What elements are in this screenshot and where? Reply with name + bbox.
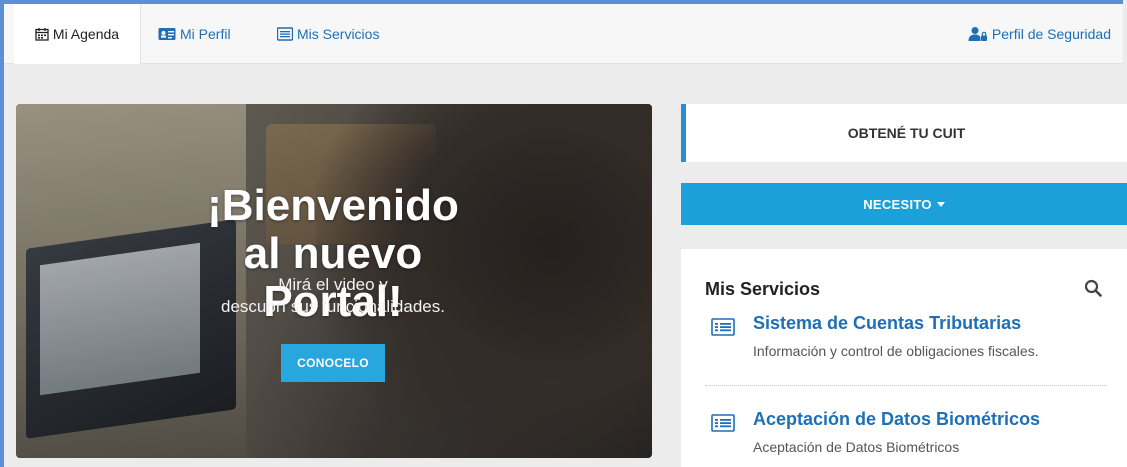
top-nav: Mi Agenda Mi Perfil Mis Servicios Perfil… <box>4 4 1123 64</box>
perfil-de-seguridad-link[interactable]: Perfil de Seguridad <box>968 4 1111 64</box>
necesito-label: NECESITO <box>863 196 932 212</box>
service-title-link[interactable]: Aceptación de Datos Biométricos <box>753 409 1040 430</box>
hero-subtitle-line: descubrí sus funcionalidades. <box>221 297 445 316</box>
caret-down-icon <box>936 201 945 207</box>
cuit-label: OBTENÉ TU CUIT <box>847 125 966 141</box>
id-card-icon <box>158 27 176 41</box>
service-description: Información y control de obligaciones fi… <box>753 343 1039 359</box>
search-icon[interactable] <box>1084 279 1102 302</box>
panel-title: Mis Servicios <box>705 279 821 299</box>
tab-mi-agenda[interactable]: Mi Agenda <box>14 4 141 64</box>
tab-mis-servicios[interactable]: Mis Servicios <box>277 4 379 64</box>
user-lock-icon <box>968 26 988 42</box>
tab-label: Mi Perfil <box>180 26 231 42</box>
conocelo-button[interactable]: CONOCELO <box>281 344 385 382</box>
calendar-icon <box>35 27 49 41</box>
service-title-link[interactable]: Sistema de Cuentas Tributarias <box>753 313 1021 334</box>
hero-banner: ¡Bienvenido al nuevo Portal! Mirá el vid… <box>16 104 652 458</box>
tab-label: Mis Servicios <box>297 26 380 42</box>
tab-label: Mi Agenda <box>52 26 120 42</box>
mis-servicios-panel: Mis Servicios Sistema de Cuentas Tributa… <box>681 249 1127 467</box>
list-icon <box>277 27 293 41</box>
obtene-tu-cuit-button[interactable]: OBTENÉ TU CUIT <box>681 104 1127 162</box>
hero-subtitle-line: Mirá el video y <box>278 275 388 294</box>
hero-subtitle: Mirá el video y descubrí sus funcionalid… <box>188 274 478 318</box>
list-icon <box>711 413 735 438</box>
list-icon <box>711 317 735 342</box>
divider <box>705 385 1107 386</box>
security-label: Perfil de Seguridad <box>991 26 1111 42</box>
tab-mi-perfil[interactable]: Mi Perfil <box>158 4 231 64</box>
service-description: Aceptación de Datos Biométricos <box>753 439 960 455</box>
necesito-dropdown[interactable]: NECESITO <box>681 183 1127 225</box>
